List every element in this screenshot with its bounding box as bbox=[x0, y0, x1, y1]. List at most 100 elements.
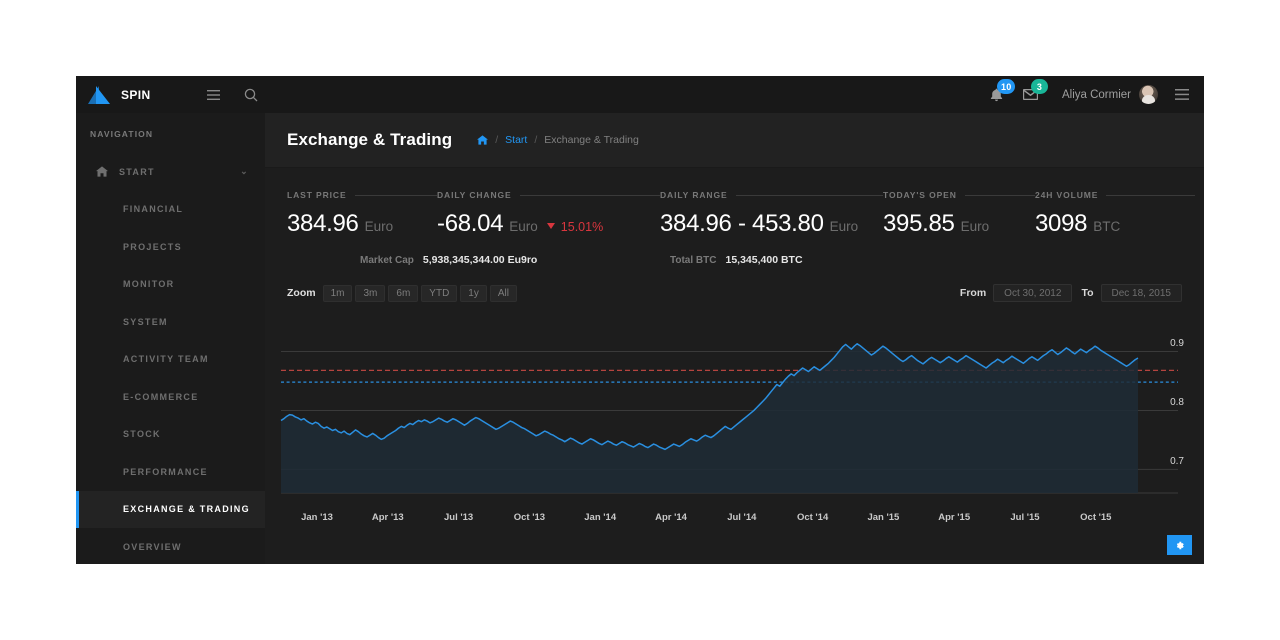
stat-label: DAILY RANGE bbox=[660, 190, 728, 200]
sidebar-item-label: ACTIVITY TEAM bbox=[123, 354, 209, 365]
stat-divider bbox=[964, 194, 1035, 196]
chart-area-fill bbox=[281, 343, 1138, 493]
stat-label-row: 24H VOLUME bbox=[1035, 190, 1195, 200]
messages-badge: 3 bbox=[1030, 79, 1048, 94]
sidebar-item-label: PERFORMANCE bbox=[123, 466, 208, 477]
sidebar-item-label: START bbox=[119, 166, 155, 177]
sidebar-item-label: E-COMMERCE bbox=[123, 391, 199, 402]
zoom-button-all[interactable]: All bbox=[489, 284, 517, 302]
brand-logo[interactable]: SPIN bbox=[76, 76, 194, 113]
to-label: To bbox=[1081, 287, 1094, 299]
chart-x-tick-label: Jul '13 bbox=[443, 512, 474, 523]
substat-label: Market Cap bbox=[360, 255, 414, 266]
main-content: Exchange & Trading / Start / Exchange & … bbox=[265, 113, 1204, 564]
stat-value: 384.96 - 453.80 bbox=[660, 210, 824, 237]
page-title: Exchange & Trading bbox=[287, 130, 453, 149]
chart-x-tick-label: Jul '15 bbox=[1010, 512, 1040, 523]
zoom-button-3m[interactable]: 3m bbox=[355, 284, 386, 302]
sidebar-item-system[interactable]: SYSTEM bbox=[76, 303, 265, 341]
spin-logo-icon bbox=[88, 85, 112, 104]
to-date-input[interactable]: Dec 18, 2015 bbox=[1100, 284, 1182, 302]
gear-icon bbox=[1176, 541, 1184, 549]
chart-x-tick-label: Jan '15 bbox=[867, 512, 900, 523]
notifications-button[interactable]: 10 bbox=[980, 76, 1016, 113]
zoom-button-1m[interactable]: 1m bbox=[322, 284, 353, 302]
chart-y-tick-label: 0.7 bbox=[1170, 456, 1184, 468]
breadcrumb-link-start[interactable]: Start bbox=[505, 134, 527, 146]
chart-x-tick-label: Jul '14 bbox=[727, 512, 757, 523]
stat-value: 395.85 bbox=[883, 210, 955, 237]
stat-value-row: 384.96 - 453.80 Euro bbox=[660, 210, 883, 238]
chart-y-tick-label: 0.9 bbox=[1170, 338, 1184, 350]
stat-value: 384.96 bbox=[287, 210, 359, 237]
sidebar-item-projects[interactable]: PROJECTS bbox=[76, 228, 265, 266]
substat-value: 5,938,345,344.00 Eu9ro bbox=[422, 254, 538, 266]
page-header: Exchange & Trading / Start / Exchange & … bbox=[265, 113, 1204, 168]
substats-row: Market Cap 5,938,345,344.00 Eu9ro Total … bbox=[265, 238, 1204, 266]
substat-label: Total BTC bbox=[670, 255, 717, 266]
sidebar-item-activity-team[interactable]: ACTIVITY TEAM bbox=[76, 341, 265, 379]
username-label[interactable]: Aliya Cormier bbox=[1062, 89, 1131, 101]
stat-value-row: 384.96 Euro bbox=[287, 210, 437, 238]
sidebar-item-e-commerce[interactable]: E-COMMERCE bbox=[76, 378, 265, 416]
stat-unit: Euro bbox=[960, 219, 990, 234]
zoom-button-group: 1m 3m 6m YTD 1y All bbox=[322, 284, 520, 302]
sidebar-item-financial[interactable]: FINANCIAL bbox=[76, 191, 265, 229]
sidebar-item-overview[interactable]: OVERVIEW bbox=[76, 528, 265, 564]
sidebar-item-label: EXCHANGE & TRADING bbox=[123, 504, 250, 515]
chart-toolbar: Zoom 1m 3m 6m YTD 1y All From Oct 30, 2012 To… bbox=[265, 266, 1204, 302]
stat-label-row: DAILY RANGE bbox=[660, 190, 883, 200]
chart-x-axis-labels: Jan '13 Apr '13 Jul '13 Oct '13 Jan '14 Apr '… bbox=[265, 512, 1204, 526]
chart-x-tick-label: Apr '14 bbox=[655, 512, 687, 523]
zoom-button-1y[interactable]: 1y bbox=[460, 284, 487, 302]
chevron-down-icon: ⌄ bbox=[240, 166, 249, 177]
sidebar-item-label: MONITOR bbox=[123, 279, 175, 290]
sidebar-item-label: STOCK bbox=[123, 429, 161, 440]
search-icon[interactable] bbox=[232, 76, 270, 113]
stat-card-last-price: LAST PRICE 384.96 Euro bbox=[287, 190, 437, 238]
chart-x-tick-label: Apr '15 bbox=[938, 512, 971, 523]
hamburger-icon[interactable] bbox=[194, 76, 232, 113]
messages-button[interactable]: 3 bbox=[1014, 76, 1048, 113]
chart-x-tick-label: Oct '15 bbox=[1080, 512, 1112, 523]
stat-card-daily-range: DAILY RANGE 384.96 - 453.80 Euro bbox=[660, 190, 883, 238]
sidebar-item-start[interactable]: START ⌄ bbox=[76, 153, 265, 191]
chart-x-tick-label: Oct '13 bbox=[513, 512, 546, 523]
chart-y-tick-label: 0.8 bbox=[1170, 397, 1184, 409]
notifications-badge: 10 bbox=[996, 79, 1016, 94]
breadcrumb-separator: / bbox=[534, 134, 538, 146]
top-bar: SPIN 10 3 Aliya Cormier bbox=[76, 76, 1204, 113]
stat-value: -68.04 bbox=[437, 210, 504, 237]
zoom-button-ytd[interactable]: YTD bbox=[421, 284, 458, 302]
brand-name: SPIN bbox=[121, 87, 151, 102]
substat-total-btc: Total BTC 15,345,400 BTC bbox=[660, 254, 960, 266]
stat-value-row: -68.04 Euro 15.01% bbox=[437, 210, 660, 238]
substat-market-cap: Market Cap 5,938,345,344.00 Eu9ro bbox=[287, 254, 660, 266]
change-percent: 15.01% bbox=[560, 220, 604, 234]
stat-unit: BTC bbox=[1093, 219, 1121, 234]
sidebar-item-exchange-trading[interactable]: EXCHANGE & TRADING bbox=[76, 490, 265, 528]
settings-fab-button[interactable] bbox=[1167, 535, 1192, 555]
stat-divider bbox=[735, 194, 883, 196]
chart-x-tick-label: Jan '13 bbox=[301, 512, 333, 523]
change-down-arrow-icon bbox=[546, 223, 555, 229]
stat-label: 24H VOLUME bbox=[1035, 190, 1099, 200]
sidebar-item-label: FINANCIAL bbox=[123, 204, 184, 215]
stat-value-row: 395.85 Euro bbox=[883, 210, 1035, 238]
price-chart[interactable]: 0.7 0.8 0.9 Jan '13 Apr '13 Jul '13 Oct '13 Ja… bbox=[265, 316, 1204, 528]
from-date-input[interactable]: Oct 30, 2012 bbox=[993, 284, 1073, 302]
sidebar-item-performance[interactable]: PERFORMANCE bbox=[76, 453, 265, 491]
chart-x-tick-label: Jan '14 bbox=[584, 512, 617, 523]
stat-label: TODAY'S OPEN bbox=[883, 190, 957, 200]
zoom-button-6m[interactable]: 6m bbox=[388, 284, 419, 302]
stat-card-daily-change: DAILY CHANGE -68.04 Euro 15.01% bbox=[437, 190, 660, 238]
sidebar-item-stock[interactable]: STOCK bbox=[76, 416, 265, 454]
stat-card-today-s-open: TODAY'S OPEN 395.85 Euro bbox=[883, 190, 1035, 238]
right-menu-icon[interactable] bbox=[1166, 76, 1198, 113]
avatar[interactable] bbox=[1139, 85, 1158, 104]
stat-card-24h-volume: 24H VOLUME 3098 BTC bbox=[1035, 190, 1195, 238]
chart-canvas bbox=[280, 343, 1178, 494]
breadcrumb-current: Exchange & Trading bbox=[544, 134, 639, 146]
sidebar-item-monitor[interactable]: MONITOR bbox=[76, 266, 265, 304]
breadcrumb-home-icon[interactable] bbox=[477, 135, 489, 145]
